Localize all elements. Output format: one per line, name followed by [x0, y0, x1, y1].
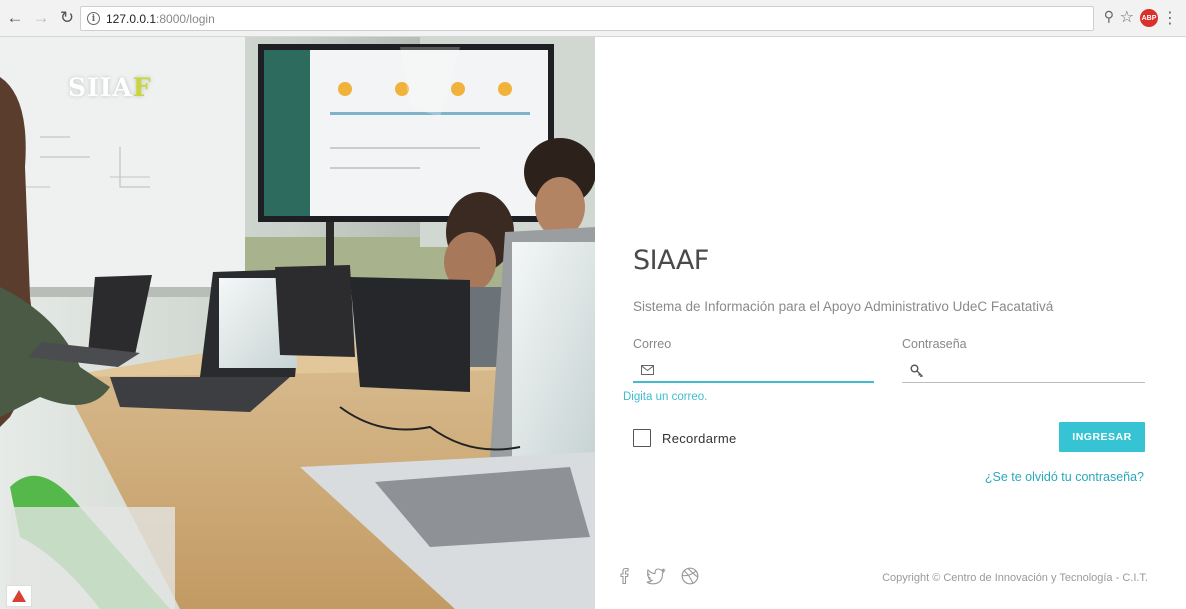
zoom-icon[interactable]: ⚲	[1104, 8, 1114, 25]
password-label: Contraseña	[902, 337, 967, 351]
page-title: SIAAF	[633, 245, 709, 276]
copyright-text: Copyright © Centro de Innovación y Tecno…	[882, 572, 1148, 584]
page-subtitle: Sistema de Información para el Apoyo Adm…	[633, 299, 1054, 314]
login-button[interactable]: INGRESAR	[1059, 422, 1145, 452]
email-label: Correo	[633, 337, 672, 351]
corner-badge-icon	[6, 585, 32, 607]
info-icon[interactable]: i	[87, 12, 100, 25]
login-panel: SIAAF Sistema de Información para el Apo…	[595, 37, 1186, 609]
facebook-icon[interactable]	[614, 565, 636, 587]
brand-logo: SIIAF	[68, 73, 152, 102]
bookmark-star-icon[interactable]: ☆	[1120, 7, 1134, 27]
url-path: :8000/login	[156, 11, 215, 26]
forgot-password-link[interactable]: ¿Se te olvidó tu contraseña?	[985, 470, 1144, 484]
hero-photo: SIIAF	[0, 37, 595, 609]
url-host: 127.0.0.1	[106, 11, 157, 26]
brand-logo-accent: F	[132, 73, 152, 102]
email-field-wrapper	[633, 359, 874, 383]
dribbble-icon[interactable]	[679, 565, 701, 587]
classroom-illustration	[0, 37, 595, 609]
browser-menu-icon[interactable]: ⋮	[1162, 8, 1178, 28]
twitter-icon[interactable]	[645, 565, 667, 587]
mail-icon	[641, 365, 654, 375]
browser-toolbar: ← → ↻ i 127.0.0.1:8000/login ⚲ ☆ ABP ⋮	[0, 0, 1186, 37]
brand-logo-main: SIIA	[68, 73, 133, 102]
address-bar[interactable]: i 127.0.0.1:8000/login	[80, 6, 1094, 31]
password-field-wrapper	[902, 359, 1145, 383]
password-input[interactable]	[924, 359, 1145, 382]
back-icon[interactable]: ←	[4, 7, 26, 29]
key-icon	[910, 364, 923, 377]
remember-label: Recordarme	[662, 430, 737, 446]
adblock-icon[interactable]: ABP	[1140, 9, 1158, 27]
forward-icon[interactable]: →	[30, 7, 52, 29]
remember-me[interactable]: Recordarme	[633, 429, 737, 447]
remember-checkbox[interactable]	[633, 429, 651, 447]
email-input[interactable]	[654, 359, 874, 381]
reload-icon[interactable]: ↻	[56, 7, 78, 29]
email-hint: Digita un correo.	[623, 391, 708, 403]
